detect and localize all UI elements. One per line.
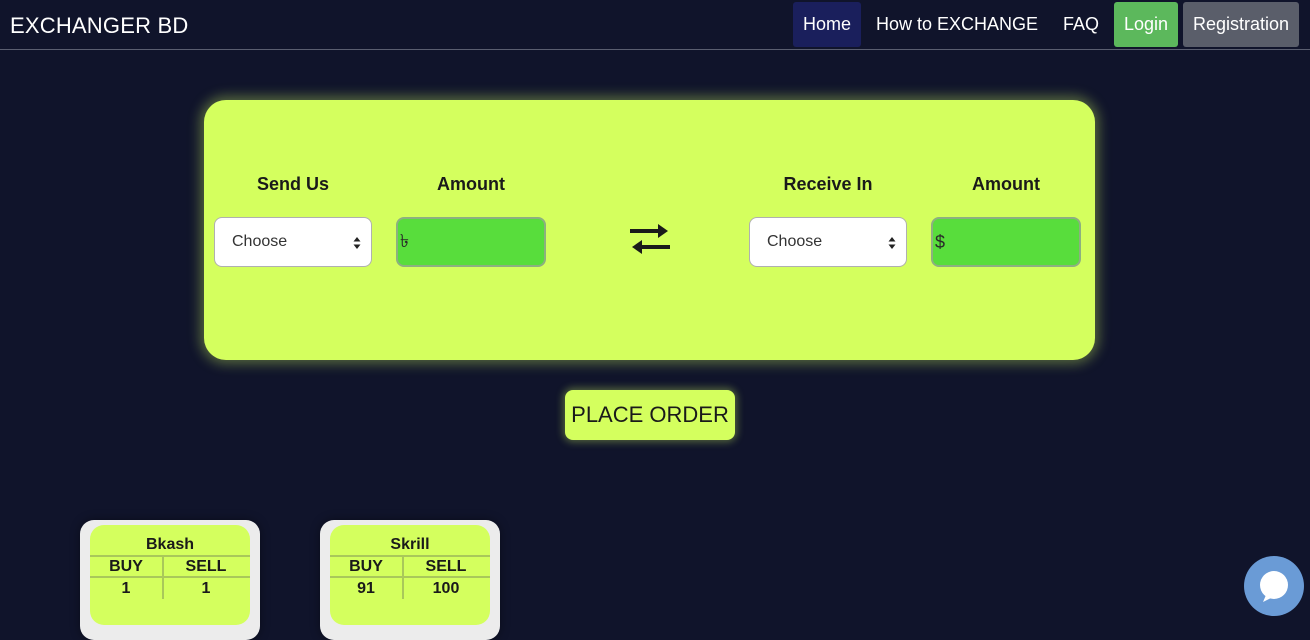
send-select-value: Choose — [232, 233, 288, 250]
receive-amount-input[interactable]: $ — [931, 217, 1081, 267]
sell-rate-value: 1 — [201, 580, 211, 597]
select-caret-icon — [353, 237, 361, 249]
buy-rate-value: 1 — [121, 580, 131, 597]
sell-header: SELL — [185, 558, 227, 575]
select-caret-icon — [888, 237, 896, 249]
divider — [402, 555, 404, 599]
receive-in-label: Receive In — [783, 174, 873, 194]
nav-home-link[interactable]: Home — [793, 2, 861, 47]
taka-symbol: ৳ — [400, 230, 409, 251]
rate-card-body: Bkash BUY SELL 1 1 — [90, 525, 250, 625]
rate-card-body: Skrill BUY SELL 91 100 — [330, 525, 490, 625]
rate-card-title: Bkash — [145, 536, 195, 553]
place-order-button[interactable]: PLACE ORDER — [565, 390, 735, 440]
dollar-symbol: $ — [935, 231, 946, 252]
receive-select-value: Choose — [767, 233, 823, 250]
registration-button[interactable]: Registration — [1183, 2, 1299, 47]
login-button[interactable]: Login — [1114, 2, 1178, 47]
rate-card-skrill: Skrill BUY SELL 91 100 — [320, 520, 500, 640]
nav-how-to-exchange-link[interactable]: How to EXCHANGE — [866, 2, 1048, 47]
divider — [330, 576, 490, 578]
divider — [330, 555, 490, 557]
buy-header: BUY — [349, 558, 383, 575]
sell-rate-value: 100 — [432, 580, 460, 597]
receive-currency-select[interactable]: Choose — [749, 217, 907, 267]
send-amount-label: Amount — [437, 174, 505, 194]
receive-amount-label: Amount — [972, 174, 1040, 194]
send-us-label: Send Us — [256, 174, 330, 194]
navbar: EXCHANGER BD Home How to EXCHANGE FAQ Lo… — [0, 0, 1310, 50]
divider — [90, 576, 250, 578]
send-currency-select[interactable]: Choose — [214, 217, 372, 267]
divider — [90, 555, 250, 557]
send-amount-input[interactable]: ৳ — [396, 217, 546, 267]
chat-launcher-button[interactable] — [1244, 556, 1304, 616]
sell-header: SELL — [425, 558, 467, 575]
rate-card-title: Skrill — [390, 536, 430, 553]
nav-faq-link[interactable]: FAQ — [1056, 2, 1106, 47]
brand-logo-text[interactable]: EXCHANGER BD — [10, 13, 188, 39]
exchange-panel: Send Us Amount Receive In Amount Choose … — [204, 100, 1095, 360]
chat-bubble-icon — [1260, 571, 1288, 602]
rate-card-bkash: Bkash BUY SELL 1 1 — [80, 520, 260, 640]
buy-rate-value: 91 — [357, 580, 375, 597]
divider — [162, 555, 164, 599]
swap-arrows-icon[interactable] — [628, 222, 672, 256]
buy-header: BUY — [109, 558, 143, 575]
